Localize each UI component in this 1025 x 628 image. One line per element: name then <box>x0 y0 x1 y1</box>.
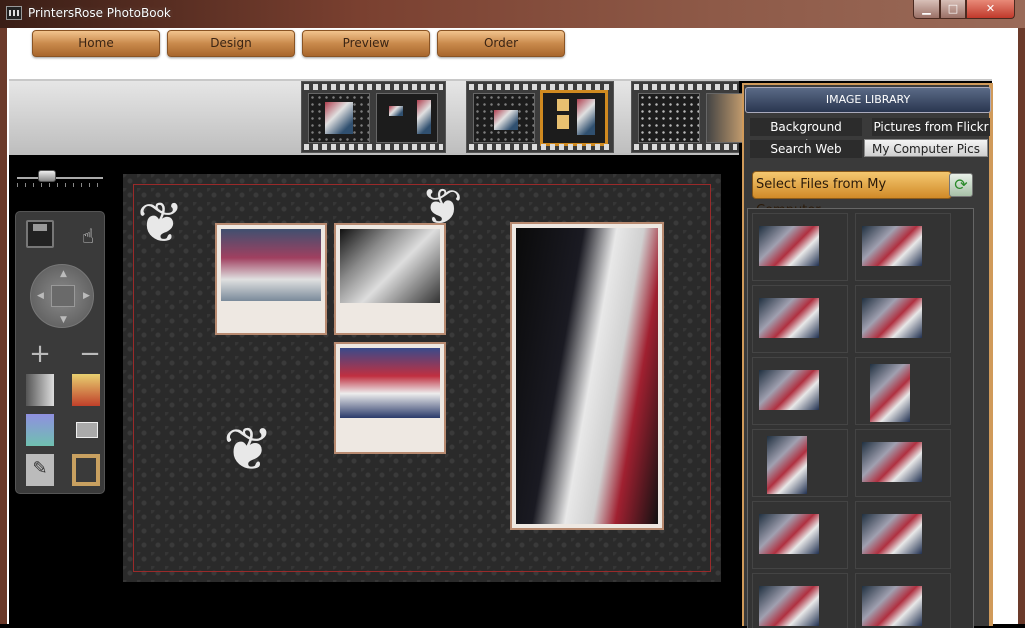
library-thumbnail[interactable] <box>752 285 848 353</box>
library-thumbnail[interactable] <box>855 285 951 353</box>
layout-thumbnail[interactable] <box>473 93 535 143</box>
close-button[interactable]: ✕ <box>966 0 1015 19</box>
layout-thumbnail[interactable] <box>376 93 438 143</box>
pan-up-icon[interactable]: ▲ <box>60 269 67 279</box>
library-thumbnail[interactable] <box>855 429 951 497</box>
library-thumbnail[interactable] <box>752 573 848 628</box>
minimize-button[interactable]: ▁ <box>913 0 940 19</box>
photo-slot[interactable] <box>215 223 327 335</box>
image-grid[interactable] <box>747 208 974 628</box>
zoom-in-icon[interactable]: + <box>26 340 54 368</box>
nav-order-button[interactable]: Order <box>437 30 565 57</box>
layout-thumbnail-bar <box>9 81 746 155</box>
tab-background-designs[interactable]: Background Designs <box>750 118 862 152</box>
zoom-slider-ticks <box>17 183 103 187</box>
nav-design-button[interactable]: Design <box>167 30 295 57</box>
nav-home-button[interactable]: Home <box>32 30 160 57</box>
resize-frame-icon[interactable] <box>72 416 100 444</box>
library-thumbnail[interactable] <box>855 573 951 628</box>
sketch-filter-icon[interactable]: ✎ <box>26 454 54 486</box>
zoom-slider-handle[interactable] <box>38 170 56 182</box>
image-library-panel: IMAGE LIBRARY Background Designs Picture… <box>742 83 993 628</box>
library-thumbnail[interactable] <box>752 501 848 569</box>
library-thumbnail[interactable] <box>855 501 951 569</box>
layout-thumbnail[interactable] <box>308 93 370 143</box>
layout-thumbnail-selected[interactable] <box>540 90 608 146</box>
workspace: ☝ ▲ ▼ ◀ ▶ + − ✎ ❦ ❦ ❦ IMAGE LIBRARY Back… <box>9 79 993 628</box>
library-thumbnail[interactable] <box>752 213 848 281</box>
layout-filmstrip <box>631 81 746 153</box>
pan-pad[interactable]: ▲ ▼ ◀ ▶ <box>30 264 94 328</box>
nav-preview-button[interactable]: Preview <box>302 30 430 57</box>
library-thumbnail[interactable] <box>855 213 951 281</box>
pan-down-icon[interactable]: ▼ <box>60 315 67 325</box>
client-area: Home Design Preview Order ☝ ▲ ▼ ◀ ▶ + − … <box>7 28 1018 628</box>
library-thumbnail[interactable] <box>752 357 848 425</box>
tool-panel: ☝ ▲ ▼ ◀ ▶ + − ✎ <box>15 211 105 494</box>
grayscale-filter-icon[interactable] <box>26 374 54 406</box>
pan-right-icon[interactable]: ▶ <box>83 291 90 301</box>
hand-icon[interactable]: ☝ <box>74 222 102 250</box>
library-thumbnail[interactable] <box>855 357 951 425</box>
pan-left-icon[interactable]: ◀ <box>37 291 44 301</box>
tab-pictures-from-flickr[interactable]: Pictures from Flickr <box>872 118 990 136</box>
film-icon <box>6 6 22 20</box>
refresh-icon[interactable]: ⟳ <box>949 173 973 197</box>
title-bar[interactable]: PrintersRose PhotoBook ▁ □ ✕ <box>0 0 1025 28</box>
layout-filmstrip <box>301 81 446 153</box>
zoom-slider-track[interactable] <box>17 177 103 179</box>
window-title: PrintersRose PhotoBook <box>28 6 171 20</box>
border-icon[interactable] <box>72 454 100 486</box>
library-thumbnail[interactable] <box>752 429 848 497</box>
app-window: PrintersRose PhotoBook ▁ □ ✕ Home Design… <box>0 0 1025 628</box>
pan-center-button[interactable] <box>51 285 75 307</box>
layout-thumbnail[interactable] <box>638 93 700 143</box>
photo-slot[interactable] <box>334 342 446 454</box>
photo-slot-large[interactable] <box>510 222 664 530</box>
tab-search-web[interactable]: Search Web <box>750 140 862 158</box>
maximize-button[interactable]: □ <box>940 0 966 19</box>
image-library-header: IMAGE LIBRARY <box>745 87 991 113</box>
save-icon[interactable] <box>26 220 54 248</box>
swirl-ornament: ❦ <box>137 191 184 256</box>
cool-filter-icon[interactable] <box>26 414 54 446</box>
layout-thumbnail[interactable] <box>706 93 746 143</box>
photo-slot[interactable] <box>334 223 446 335</box>
photobook-page[interactable]: ❦ ❦ ❦ <box>123 174 721 582</box>
zoom-out-icon[interactable]: − <box>76 340 104 368</box>
layout-filmstrip <box>466 81 614 153</box>
select-files-button[interactable]: Select Files from My Computer <box>752 171 952 218</box>
tab-my-computer-pics[interactable]: My Computer Pics <box>864 139 988 157</box>
warm-filter-icon[interactable] <box>72 374 100 406</box>
swirl-ornament: ❦ <box>223 415 274 485</box>
